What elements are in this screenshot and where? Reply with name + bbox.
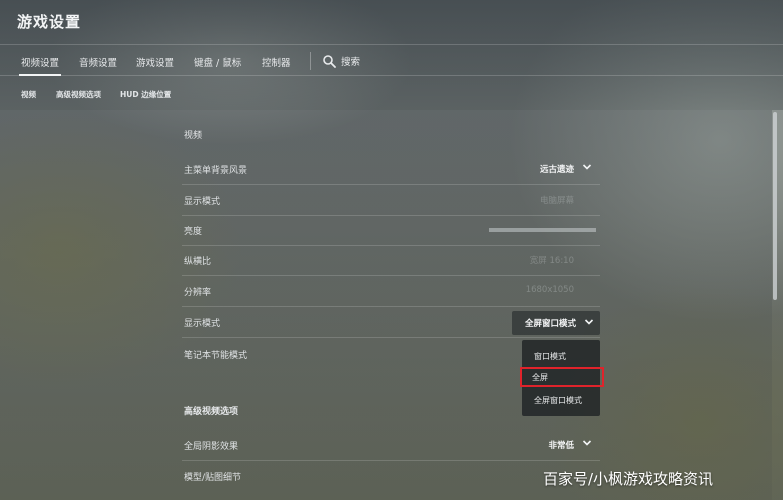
- tab-divider: [310, 52, 311, 70]
- setting-label: 显示模式: [184, 319, 221, 329]
- setting-row-brightness[interactable]: 亮度: [182, 215, 600, 246]
- setting-label: 模型/贴图细节: [184, 473, 242, 483]
- setting-label: 分辨率: [184, 288, 212, 298]
- setting-value: 非常低: [548, 441, 574, 451]
- chevron-down-icon: [582, 164, 592, 170]
- subtab-video[interactable]: 视频: [21, 89, 36, 100]
- top-bar: 游戏设置 视频设置 音频设置 游戏设置 键盘 / 鼠标 控制器 搜索 视频 高级…: [0, 0, 783, 110]
- setting-row-aspect-ratio[interactable]: 纵横比 宽屏 16:10: [182, 245, 600, 276]
- section-header-advanced-video: 高级视频选项: [184, 407, 239, 417]
- main-tab-bar: 视频设置 音频设置 游戏设置 键盘 / 鼠标 控制器 搜索: [0, 44, 783, 76]
- setting-row-display-type[interactable]: 显示模式 电脑屏幕: [182, 185, 600, 216]
- setting-row-global-shadow[interactable]: 全局阴影效果 非常低: [182, 430, 600, 461]
- setting-row-model-texture-detail[interactable]: 模型/贴图细节: [182, 461, 600, 492]
- setting-value: 1680x1050: [525, 285, 574, 295]
- sub-tab-bar: 视频 高级视频选项 HUD 边缘位置: [0, 86, 783, 102]
- setting-value: 远古遗迹: [539, 165, 574, 175]
- setting-value: 宽屏 16:10: [529, 256, 574, 266]
- subtab-hud-edge-position[interactable]: HUD 边缘位置: [120, 89, 171, 100]
- display-mode-dropdown: 窗口模式 全屏 全屏窗口模式: [520, 340, 604, 416]
- dropdown-option-fullscreen[interactable]: 全屏: [520, 367, 604, 387]
- watermark: 百家号/小枫游戏攻略资讯: [543, 470, 714, 488]
- chevron-down-icon: [584, 319, 594, 325]
- setting-row-display-mode[interactable]: 显示模式 全屏窗口模式: [182, 307, 600, 338]
- setting-value: 电脑屏幕: [539, 196, 574, 206]
- setting-label: 亮度: [184, 227, 203, 237]
- page-title: 游戏设置: [17, 13, 82, 31]
- setting-label: 主菜单背景风景: [184, 166, 248, 176]
- tab-keyboard-mouse[interactable]: 键盘 / 鼠标: [194, 55, 241, 69]
- setting-row-resolution[interactable]: 分辨率 1680x1050: [182, 276, 600, 307]
- scrollbar-thumb[interactable]: [773, 112, 777, 300]
- tab-video-settings[interactable]: 视频设置: [18, 55, 62, 76]
- tab-controller[interactable]: 控制器: [262, 55, 291, 69]
- chevron-down-icon: [582, 440, 592, 446]
- display-mode-select[interactable]: 全屏窗口模式: [512, 311, 600, 335]
- tab-audio-settings[interactable]: 音频设置: [79, 55, 117, 69]
- setting-value: 全屏窗口模式: [524, 319, 576, 329]
- search-button[interactable]: 搜索: [323, 54, 360, 68]
- search-icon: [323, 54, 336, 68]
- dropdown-option-fullscreen-windowed[interactable]: 全屏窗口模式: [522, 390, 600, 410]
- setting-label: 笔记本节能模式: [184, 351, 248, 361]
- setting-label: 显示模式: [184, 197, 221, 207]
- search-label: 搜索: [341, 57, 361, 68]
- dropdown-option-windowed[interactable]: 窗口模式: [522, 346, 600, 366]
- brightness-slider[interactable]: [489, 228, 596, 232]
- setting-label: 纵横比: [184, 257, 212, 267]
- tab-game-settings[interactable]: 游戏设置: [136, 55, 174, 69]
- section-header-video: 视频: [184, 131, 203, 141]
- subtab-advanced-video[interactable]: 高级视频选项: [56, 89, 101, 100]
- setting-label: 全局阴影效果: [184, 442, 239, 452]
- setting-row-menu-background[interactable]: 主菜单背景风景 远古遗迹: [182, 154, 600, 185]
